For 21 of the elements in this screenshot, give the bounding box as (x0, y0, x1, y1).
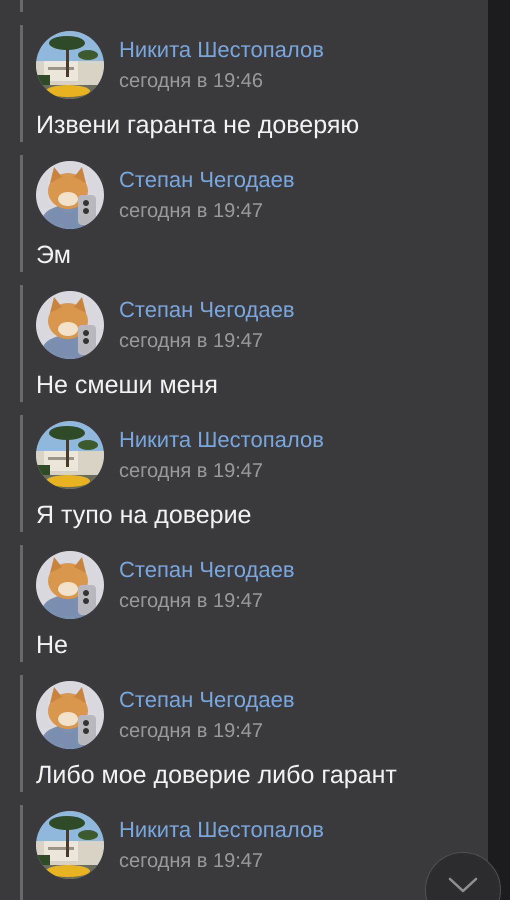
author-name[interactable]: Степан Чегодаев (119, 687, 295, 713)
message-time: сегодня в 19:47 (119, 459, 264, 483)
author-name[interactable]: Никита Шестопалов (119, 817, 324, 843)
message-text: Не (36, 630, 69, 661)
message-time: сегодня в 19:47 (119, 199, 264, 223)
message-time: сегодня в 19:47 (119, 719, 264, 743)
author-name[interactable]: Никита Шестопалов (119, 427, 324, 453)
chevron-down-icon (448, 877, 478, 893)
author-name[interactable]: Степан Чегодаев (119, 557, 295, 583)
author-name[interactable]: Степан Чегодаев (119, 297, 295, 323)
message-text: Я тупо на доверие (36, 500, 252, 531)
message-text: Либо мое доверие либо гарант (36, 760, 398, 791)
author-name[interactable]: Степан Чегодаев (119, 167, 295, 193)
message-time: сегодня в 19:47 (119, 849, 264, 873)
message-time: сегодня в 19:47 (119, 329, 264, 353)
message-time: сегодня в 19:46 (119, 69, 264, 93)
author-name[interactable]: Никита Шестопалов (119, 37, 324, 63)
message-text: Эм (36, 240, 72, 271)
message-time: сегодня в 19:47 (119, 589, 264, 613)
message-text: Не смеши меня (36, 370, 219, 401)
message-text: Извени гаранта не доверяю (36, 110, 360, 141)
